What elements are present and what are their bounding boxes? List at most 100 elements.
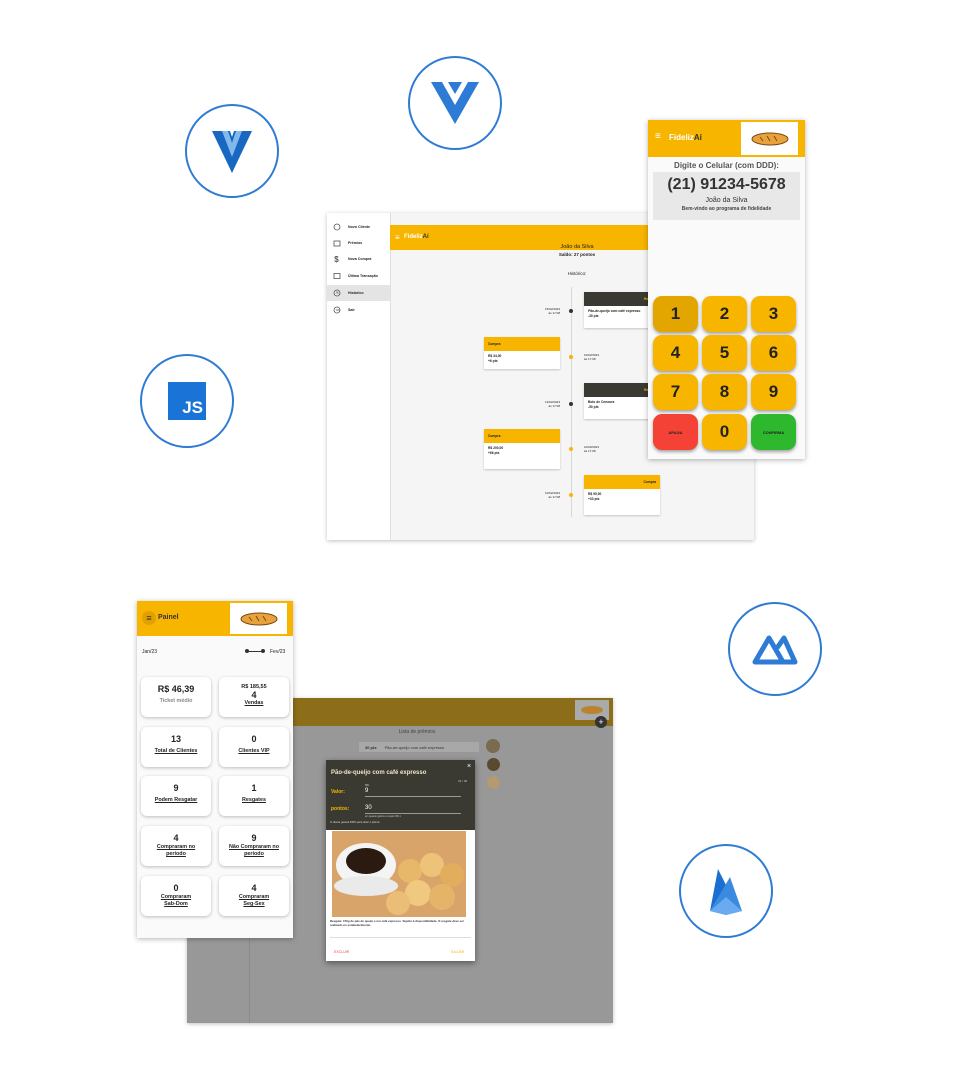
key-1[interactable]: 1 xyxy=(653,296,698,332)
range-end: Fev/23 xyxy=(270,649,286,655)
bread-icon xyxy=(751,132,788,145)
key-7[interactable]: 7 xyxy=(653,374,698,410)
prize-photo xyxy=(332,831,466,917)
javascript-icon: JS xyxy=(140,354,234,448)
add-icon[interactable]: + xyxy=(595,716,607,728)
bread-icon xyxy=(240,612,277,625)
customer-name: João da Silva xyxy=(705,197,748,204)
key-6[interactable]: 6 xyxy=(751,335,796,371)
history-card[interactable]: Compra R$ 200,00 +66 pts xyxy=(484,429,560,469)
page-title: Painel xyxy=(158,614,179,621)
kpi-total-clientes[interactable]: 13 Total de Clientes xyxy=(141,727,211,767)
dollar-icon: $ xyxy=(334,254,339,264)
nav-drawer: Novo Cliente Prêmios $ Nova Compra Últim… xyxy=(327,213,391,540)
history-heading: Histórico: xyxy=(567,271,587,276)
bread-icon xyxy=(581,706,603,714)
key-5[interactable]: 5 xyxy=(702,335,747,371)
points-input[interactable]: 30 xyxy=(365,805,461,814)
delete-button[interactable]: EXCLUIR xyxy=(334,950,349,954)
firebase-icon xyxy=(679,844,773,938)
event-date: 15/02/2023 às 17:08 xyxy=(544,307,560,315)
phone-number: (21) 91234-5678 xyxy=(667,176,786,193)
prize-edit-dialog: Pão-de-queijo com café expresso × 31 / 3… xyxy=(326,760,475,961)
key-9[interactable]: 9 xyxy=(751,374,796,410)
history-card[interactable]: Compra R$ 34,00 +6 pts xyxy=(484,337,560,369)
nav-label: Sair xyxy=(348,308,355,312)
brand: FidelizAí xyxy=(669,133,702,142)
logo xyxy=(230,603,287,634)
receipt-icon xyxy=(332,273,341,280)
nav-label: Novo Cliente xyxy=(348,225,370,229)
balance: Saldo: 27 pontos xyxy=(558,252,596,257)
timeline-dot xyxy=(569,493,573,497)
range-start: Jan/23 xyxy=(142,649,158,655)
gift-icon xyxy=(332,240,341,247)
key-3[interactable]: 3 xyxy=(751,296,796,332)
phone-display: (21) 91234-5678 João da Silva Bem-vindo … xyxy=(653,172,800,220)
char-counter: 31 / 30 xyxy=(458,779,468,783)
event-date: 13/02/2023 às 17:08 xyxy=(544,400,560,408)
timeline-dot xyxy=(569,447,573,451)
range-slider[interactable] xyxy=(245,648,265,654)
kpi-compraram-seg-sex[interactable]: 4 Compraram Seg-Sex xyxy=(219,876,289,916)
value-label: Valor: xyxy=(331,789,345,795)
keypad-screen: ≡ FidelizAí Digite o Celular (com DDD): … xyxy=(648,120,805,459)
key-2[interactable]: 2 xyxy=(702,296,747,332)
value-input[interactable]: 9 xyxy=(365,788,461,797)
event-date: 10/02/2023 às 17:08 xyxy=(584,353,600,361)
user-add-icon xyxy=(332,223,341,231)
kpi-compraram-periodo[interactable]: 4 Compraram no período xyxy=(141,826,211,866)
brand: FidelizAí xyxy=(404,234,429,240)
app-bar: ≡ Painel xyxy=(137,601,293,636)
prize-row[interactable]: 30 pts Pão-de-queijo com café expresso xyxy=(359,742,479,752)
phone-prompt: Digite o Celular (com DDD): xyxy=(674,161,779,170)
nav-label: Última Transação xyxy=(348,274,378,278)
key-0[interactable]: 0 xyxy=(702,414,747,450)
logout-icon xyxy=(332,306,341,314)
key-8[interactable]: 8 xyxy=(702,374,747,410)
nav-item-logout[interactable]: Sair xyxy=(327,302,390,318)
history-card[interactable]: Res Pão-de-queijo com café expresso -30 p… xyxy=(584,292,654,328)
menu-icon[interactable]: ≡ xyxy=(142,611,156,625)
kpi-podem-resgatar[interactable]: 9 Podem Resgatar xyxy=(141,776,211,816)
key-4[interactable]: 4 xyxy=(653,335,698,371)
vue-icon xyxy=(408,56,502,150)
nuxt-icon xyxy=(728,602,822,696)
nav-item-history[interactable]: Histórico xyxy=(327,285,390,301)
app-bar: ≡ FidelizAí xyxy=(648,120,805,157)
prize-thumb xyxy=(486,739,500,753)
close-icon[interactable]: × xyxy=(467,763,471,770)
menu-icon[interactable]: ≡ xyxy=(395,233,400,242)
prize-list-title: Lista de prêmios xyxy=(398,729,436,735)
kpi-resgates[interactable]: 1 Resgates xyxy=(219,776,289,816)
welcome-text: Bem-vindo ao programa de fidelidade xyxy=(681,206,772,212)
timeline-dot xyxy=(569,402,573,406)
logo xyxy=(741,122,798,155)
kpi-nao-compraram-periodo[interactable]: 9 Não Compraram no período xyxy=(219,826,289,866)
nav-item-new-client[interactable]: Novo Cliente xyxy=(327,219,390,235)
history-card[interactable]: Res Bolo de Cenoura -50 pts xyxy=(584,383,654,419)
timeline-dot xyxy=(569,309,573,313)
kpi-compraram-sab-dom[interactable]: 0 Compraram Sab-Dom xyxy=(141,876,211,916)
kpi-vendas[interactable]: R$ 185,55 4 Vendas xyxy=(219,677,289,717)
nav-item-new-purchase[interactable]: $ Nova Compra xyxy=(327,251,390,267)
timeline-dot xyxy=(569,355,573,359)
value-caption: R$ xyxy=(365,783,369,787)
points-hint: em quanto ganha o cupom R$ 1 xyxy=(365,815,401,818)
points-label: pontos: xyxy=(331,806,350,812)
confirm-button[interactable]: CONFIRMA xyxy=(751,414,796,450)
nav-item-prizes[interactable]: Prêmios xyxy=(327,235,390,251)
save-button[interactable]: SALVAR xyxy=(451,950,464,954)
kpi-clientes-vip[interactable]: 0 Clientes VIP xyxy=(219,727,289,767)
nav-item-last-transaction[interactable]: Última Transação xyxy=(327,268,390,284)
nav-label: Prêmios xyxy=(348,241,363,245)
points-note: O cliente ganará 300% para obter 1 prêmi… xyxy=(330,821,380,824)
event-date: 10/02/2023 às 17:08 xyxy=(584,445,600,453)
menu-icon[interactable]: ≡ xyxy=(655,131,661,142)
clear-button[interactable]: APAGA xyxy=(653,414,698,450)
history-card[interactable]: Compra R$ 95,00 +33 pts xyxy=(584,475,660,515)
history-icon xyxy=(332,289,341,297)
nav-label: Histórico xyxy=(348,291,364,295)
prize-thumb xyxy=(487,776,500,789)
divider xyxy=(330,937,471,938)
